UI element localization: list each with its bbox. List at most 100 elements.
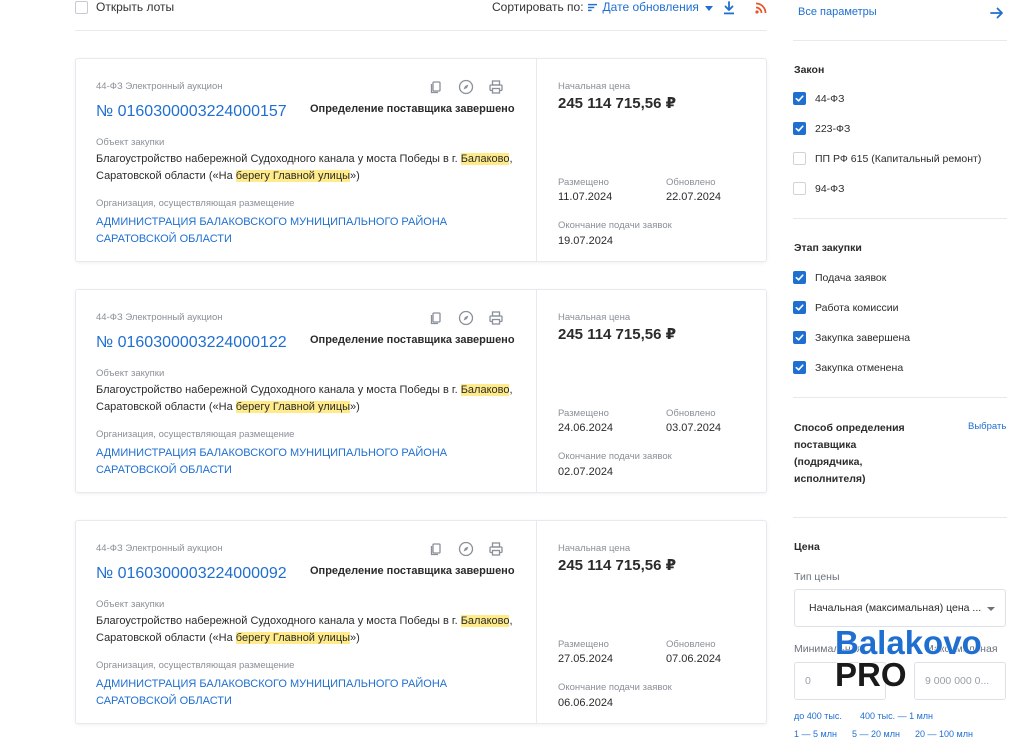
compass-icon[interactable] (458, 541, 474, 557)
rss-icon[interactable] (755, 2, 767, 14)
print-icon[interactable] (488, 541, 504, 557)
stage-option[interactable]: Работа комиссии (793, 301, 898, 314)
search-highlight: берегу Главной улицы (235, 170, 351, 182)
object-label: Объект закупки (96, 599, 165, 610)
card-main: 44-ФЗ Электронный аукцион № 016030000322… (76, 59, 537, 261)
checkbox-checked[interactable] (793, 331, 806, 344)
stage-option[interactable]: Закупка отменена (793, 361, 903, 374)
copy-icon[interactable] (428, 79, 444, 95)
purchase-card: 44-ФЗ Электронный аукцион № 016030000322… (75, 58, 767, 262)
price-range-1-5m[interactable]: 1 — 5 млн (794, 729, 837, 739)
compass-icon[interactable] (458, 79, 474, 95)
checkbox-checked[interactable] (793, 271, 806, 284)
purchase-number-link[interactable]: № 0160300003224000157 (96, 103, 287, 121)
stage-section-title: Этап закупки (794, 242, 862, 254)
law-option[interactable]: 94-ФЗ (793, 182, 845, 195)
all-params-link[interactable]: Все параметры (798, 6, 877, 18)
purchase-number-link[interactable]: № 0160300003224000122 (96, 334, 287, 352)
price-section-title: Цена (794, 541, 820, 553)
check-icon (795, 364, 804, 371)
divider (793, 40, 1007, 41)
search-highlight: берегу Главной улицы (235, 401, 351, 413)
initial-price: 245 114 715,56 ₽ (558, 95, 677, 112)
law-section-title: Закон (794, 64, 825, 76)
deadline-label: Окончание подачи заявок (558, 451, 672, 462)
price-range-up-to-400k[interactable]: до 400 тыс. (794, 711, 842, 721)
card-actions (428, 79, 504, 95)
card-main: 44-ФЗ Электронный аукцион № 016030000322… (76, 290, 537, 492)
checkbox-checked[interactable] (793, 92, 806, 105)
check-icon (795, 274, 804, 281)
checkbox-unchecked[interactable] (793, 152, 806, 165)
updated-date: 07.06.2024 (666, 653, 722, 665)
price-label: Начальная цена (558, 543, 631, 554)
law-option[interactable]: 223-ФЗ (793, 122, 850, 135)
updated-label: Обновлено (666, 177, 716, 188)
sort-dropdown[interactable]: Дате обновления (603, 0, 699, 14)
object-text-part: Благоустройство набережной Судоходного к… (96, 384, 461, 396)
divider (793, 517, 1007, 518)
deadline-label: Окончание подачи заявок (558, 682, 672, 693)
placed-label: Размещено (558, 408, 609, 419)
compass-icon[interactable] (458, 310, 474, 326)
object-text-part: ») (350, 632, 360, 644)
search-highlight: берегу Главной улицы (235, 632, 351, 644)
purchase-card: 44-ФЗ Электронный аукцион № 016030000322… (75, 289, 767, 493)
sort-label: Сортировать по: (492, 0, 584, 14)
arrow-right-icon[interactable] (989, 5, 1005, 21)
organization-link[interactable]: АДМИНИСТРАЦИЯ БАЛАКОВСКОГО МУНИЦИПАЛЬНОГ… (96, 676, 526, 710)
object-text-part: ») (350, 401, 360, 413)
open-lots-checkbox[interactable]: Открыть лоты (75, 0, 174, 14)
law-option[interactable]: 44-ФЗ (793, 92, 845, 105)
print-icon[interactable] (488, 310, 504, 326)
updated-label: Обновлено (666, 639, 716, 650)
checkbox-checked[interactable] (793, 301, 806, 314)
search-highlight: Балаково (460, 615, 510, 627)
deadline-label: Окончание подачи заявок (558, 220, 672, 231)
results-toolbar: Открыть лоты Сортировать по: Дате обновл… (75, 0, 767, 31)
chevron-down-icon[interactable] (704, 5, 713, 11)
law-option-label: ПП РФ 615 (Капитальный ремонт) (815, 152, 982, 165)
purchase-type: 44-ФЗ Электронный аукцион (96, 312, 223, 323)
stage-option-label: Закупка отменена (815, 361, 904, 374)
law-option[interactable]: ПП РФ 615 (Капитальный ремонт) (793, 152, 981, 165)
stage-option-label: Закупка завершена (815, 331, 911, 344)
updated-date: 03.07.2024 (666, 422, 722, 434)
checkbox-unchecked[interactable] (793, 182, 806, 195)
object-text-part: Благоустройство набережной Судоходного к… (96, 153, 461, 165)
checkbox-checked[interactable] (793, 361, 806, 374)
initial-price: 245 114 715,56 ₽ (558, 557, 677, 574)
price-range-20-100m[interactable]: 20 — 100 млн (915, 729, 973, 739)
card-actions (428, 541, 504, 557)
purchase-number-link[interactable]: № 0160300003224000092 (96, 565, 287, 583)
card-actions (428, 310, 504, 326)
purchase-card: 44-ФЗ Электронный аукцион № 016030000322… (75, 520, 767, 724)
purchase-status: Определение поставщика завершено (310, 334, 515, 346)
check-icon (795, 125, 804, 132)
copy-icon[interactable] (428, 541, 444, 557)
updated-label: Обновлено (666, 408, 716, 419)
price-type-label: Тип цены (794, 571, 840, 583)
divider (793, 397, 1007, 398)
print-icon[interactable] (488, 79, 504, 95)
stage-option[interactable]: Закупка завершена (793, 331, 910, 344)
check-icon (795, 334, 804, 341)
price-type-select[interactable]: Начальная (максимальная) цена ... (794, 589, 1006, 627)
stage-option-label: Подача заявок (815, 271, 887, 284)
search-highlight: Балаково (460, 384, 510, 396)
organization-link[interactable]: АДМИНИСТРАЦИЯ БАЛАКОВСКОГО МУНИЦИПАЛЬНОГ… (96, 214, 526, 248)
copy-icon[interactable] (428, 310, 444, 326)
download-icon[interactable] (723, 1, 735, 15)
placed-date: 24.06.2024 (558, 422, 614, 434)
object-text: Благоустройство набережной Судоходного к… (96, 151, 521, 185)
object-text-part: ») (350, 170, 360, 182)
purchase-status: Определение поставщика завершено (310, 103, 515, 115)
choose-method-link[interactable]: Выбрать (968, 421, 1006, 432)
price-range-400k-1m[interactable]: 400 тыс. — 1 млн (860, 711, 933, 721)
organization-link[interactable]: АДМИНИСТРАЦИЯ БАЛАКОВСКОГО МУНИЦИПАЛЬНОГ… (96, 445, 526, 479)
stage-option[interactable]: Подача заявок (793, 271, 886, 284)
check-icon (795, 304, 804, 311)
checkbox-checked[interactable] (793, 122, 806, 135)
open-lots-checkbox-box[interactable] (75, 0, 88, 14)
price-range-5-20m[interactable]: 5 — 20 млн (852, 729, 900, 739)
